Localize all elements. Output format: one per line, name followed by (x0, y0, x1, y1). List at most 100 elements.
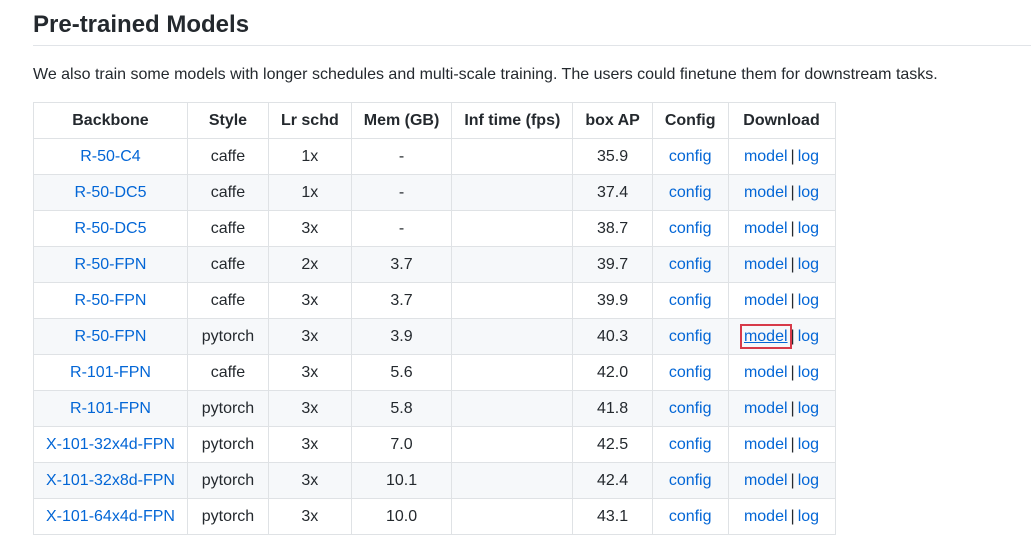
backbone-link[interactable]: X-101-32x4d-FPN (46, 436, 175, 453)
config-link[interactable]: config (669, 328, 712, 345)
mem-cell: 7.0 (350, 426, 453, 463)
column-header-backbone: Backbone (33, 102, 188, 139)
intro-paragraph: We also train some models with longer sc… (33, 66, 938, 83)
column-header-download: Download (727, 102, 836, 139)
backbone-link[interactable]: R-50-DC5 (74, 220, 146, 237)
link-separator: | (790, 291, 795, 309)
link-separator: | (790, 327, 795, 345)
log-download-link[interactable]: log (798, 148, 819, 165)
backbone-cell: R-50-FPN (33, 318, 188, 355)
style-cell: pytorch (186, 462, 269, 499)
backbone-link[interactable]: R-50-C4 (80, 148, 140, 165)
download-cell: model | log (727, 246, 836, 283)
box-ap-cell: 43.1 (572, 498, 653, 535)
table-row: R-101-FPN caffe 3x 5.6 42.0 config model | log (33, 354, 836, 391)
model-download-link[interactable]: model (744, 148, 788, 165)
style-cell: caffe (186, 138, 269, 175)
backbone-link[interactable]: X-101-32x8d-FPN (46, 472, 175, 489)
backbone-link[interactable]: X-101-64x4d-FPN (46, 508, 175, 525)
model-download-link[interactable]: model (744, 184, 788, 201)
box-ap-cell: 42.4 (572, 462, 653, 499)
lr-schd-cell: 1x (267, 174, 352, 211)
config-link[interactable]: config (669, 220, 712, 237)
inf-time-cell (451, 426, 574, 463)
config-link[interactable]: config (669, 508, 712, 525)
inf-time-cell (451, 210, 574, 247)
model-download-link[interactable]: model (744, 472, 788, 489)
download-cell: model | log (727, 390, 836, 427)
download-cell: model | log (727, 498, 836, 535)
model-download-link[interactable]: model (744, 256, 788, 273)
log-download-link[interactable]: log (798, 256, 819, 273)
config-cell: config (651, 390, 729, 427)
heading-divider (33, 45, 1031, 46)
model-download-link[interactable]: model (744, 292, 788, 309)
model-download-link[interactable]: model (744, 220, 788, 237)
lr-schd-cell: 3x (267, 210, 352, 247)
config-link[interactable]: config (669, 292, 712, 309)
config-cell: config (651, 426, 729, 463)
download-cell: model | log (727, 426, 836, 463)
log-download-link[interactable]: log (798, 220, 819, 237)
config-link[interactable]: config (669, 400, 712, 417)
config-link[interactable]: config (669, 148, 712, 165)
backbone-link[interactable]: R-50-DC5 (74, 184, 146, 201)
table-header: Backbone Style Lr schd Mem (GB) Inf time… (33, 102, 836, 139)
model-download-link[interactable]: model (744, 364, 788, 381)
link-separator: | (790, 255, 795, 273)
config-link[interactable]: config (669, 472, 712, 489)
column-header-mem: Mem (GB) (350, 102, 453, 139)
model-download-link[interactable]: model (739, 323, 792, 349)
backbone-link[interactable]: R-101-FPN (70, 400, 151, 417)
model-download-link[interactable]: model (744, 400, 788, 417)
config-cell: config (651, 354, 729, 391)
log-download-link[interactable]: log (798, 472, 819, 489)
backbone-link[interactable]: R-50-FPN (74, 328, 146, 345)
model-download-link[interactable]: model (744, 436, 788, 453)
log-download-link[interactable]: log (798, 328, 819, 345)
config-cell: config (651, 498, 729, 535)
model-download-link[interactable]: model (744, 508, 788, 525)
link-separator: | (790, 507, 795, 525)
box-ap-cell: 39.9 (572, 282, 653, 319)
log-download-link[interactable]: log (798, 508, 819, 525)
download-cell: model | log (727, 174, 836, 211)
readme-section: Pre-trained Models We also train some mo… (0, 0, 1031, 549)
backbone-cell: X-101-64x4d-FPN (33, 498, 188, 535)
download-cell: model | log (727, 318, 836, 355)
table-row: R-50-FPN caffe 2x 3.7 39.7 config model | log (33, 246, 836, 283)
mem-cell: 5.6 (350, 354, 453, 391)
box-ap-cell: 37.4 (572, 174, 653, 211)
log-download-link[interactable]: log (798, 400, 819, 417)
mem-cell: 10.0 (350, 498, 453, 535)
link-separator: | (790, 471, 795, 489)
link-separator: | (790, 399, 795, 417)
table-row: R-101-FPN pytorch 3x 5.8 41.8 config model | log (33, 390, 836, 427)
inf-time-cell (451, 174, 574, 211)
inf-time-cell (451, 246, 574, 283)
backbone-link[interactable]: R-50-FPN (74, 256, 146, 273)
log-download-link[interactable]: log (798, 436, 819, 453)
backbone-cell: R-50-C4 (33, 138, 188, 175)
box-ap-cell: 41.8 (572, 390, 653, 427)
lr-schd-cell: 2x (267, 246, 352, 283)
style-cell: caffe (186, 246, 269, 283)
section-heading: Pre-trained Models (33, 11, 250, 38)
box-ap-cell: 38.7 (572, 210, 653, 247)
config-link[interactable]: config (669, 256, 712, 273)
backbone-link[interactable]: R-50-FPN (74, 292, 146, 309)
log-download-link[interactable]: log (798, 364, 819, 381)
log-download-link[interactable]: log (798, 292, 819, 309)
inf-time-cell (451, 390, 574, 427)
config-link[interactable]: config (669, 184, 712, 201)
inf-time-cell (451, 354, 574, 391)
box-ap-cell: 42.0 (572, 354, 653, 391)
mem-cell: - (350, 210, 453, 247)
backbone-link[interactable]: R-101-FPN (70, 364, 151, 381)
backbone-cell: X-101-32x4d-FPN (33, 426, 188, 463)
style-cell: caffe (186, 354, 269, 391)
config-link[interactable]: config (669, 364, 712, 381)
log-download-link[interactable]: log (798, 184, 819, 201)
style-cell: caffe (186, 210, 269, 247)
config-link[interactable]: config (669, 436, 712, 453)
